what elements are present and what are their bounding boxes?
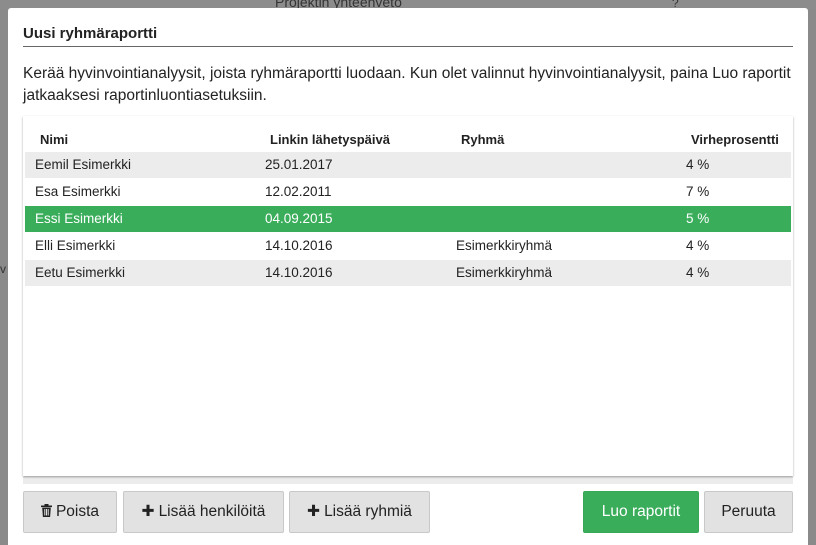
dialog-header: Uusi ryhmäraportti: [23, 25, 793, 47]
cell-date: 14.10.2016: [265, 265, 333, 280]
cell-name: Elli Esimerkki: [35, 238, 116, 253]
table-row[interactable]: Eetu Esimerkki 14.10.2016 Esimerkkiryhmä…: [25, 260, 791, 286]
cell-name: Essi Esimerkki: [35, 211, 123, 226]
create-reports-button-label: Luo raportit: [601, 503, 681, 520]
plus-icon: ✚: [141, 503, 155, 520]
dialog-title: Uusi ryhmäraportti: [23, 25, 158, 42]
analysis-table-panel: Nimi Linkin lähetyspäivä Ryhmä Virhepros…: [23, 116, 793, 484]
cell-error: 4 %: [686, 265, 710, 280]
cell-name: Esa Esimerkki: [35, 184, 121, 199]
backdrop-side-text: v: [0, 262, 6, 276]
cell-date: 25.01.2017: [265, 157, 333, 172]
trash-icon: [40, 492, 52, 532]
table-row[interactable]: Esa Esimerkki 12.02.2011 7 %: [25, 179, 791, 205]
cell-error: 5 %: [686, 211, 710, 226]
add-groups-button[interactable]: ✚ Lisää ryhmiä: [289, 491, 430, 533]
cell-error: 4 %: [686, 238, 710, 253]
delete-button-label: Poista: [55, 503, 100, 520]
cell-group: Esimerkkiryhmä: [456, 265, 553, 280]
delete-button[interactable]: Poista: [23, 491, 117, 533]
cancel-button[interactable]: Peruuta: [704, 491, 793, 533]
analysis-table: Nimi Linkin lähetyspäivä Ryhmä Virhepros…: [23, 116, 793, 476]
cell-error: 4 %: [686, 157, 710, 172]
cell-name: Eemil Esimerkki: [35, 157, 132, 172]
cell-name: Eetu Esimerkki: [35, 265, 126, 280]
create-reports-button[interactable]: Luo raportit: [583, 491, 699, 533]
column-header-date[interactable]: Linkin lähetyspäivä: [270, 132, 390, 147]
dialog-instructions: Kerää hyvinvointianalyysit, joista ryhmä…: [23, 65, 791, 104]
new-group-report-dialog: Uusi ryhmäraportti Kerää hyvinvointianal…: [8, 8, 808, 545]
cell-error: 7 %: [686, 184, 710, 199]
column-header-group[interactable]: Ryhmä: [461, 132, 504, 147]
column-header-name[interactable]: Nimi: [40, 132, 68, 147]
table-row-selected[interactable]: Essi Esimerkki 04.09.2015 5 %: [25, 206, 791, 232]
cancel-button-label: Peruuta: [721, 503, 776, 520]
cell-date: 14.10.2016: [265, 238, 333, 253]
add-persons-button-label: Lisää henkilöitä: [158, 503, 266, 520]
cell-date: 12.02.2011: [265, 184, 332, 199]
add-groups-button-label: Lisää ryhmiä: [324, 503, 412, 520]
add-persons-button[interactable]: ✚ Lisää henkilöitä: [123, 491, 284, 533]
cell-date: 04.09.2015: [265, 211, 333, 226]
cell-group: Esimerkkiryhmä: [456, 238, 553, 253]
plus-icon: ✚: [307, 503, 321, 520]
column-header-error[interactable]: Virheprosentti: [691, 132, 779, 147]
table-row[interactable]: Elli Esimerkki 14.10.2016 Esimerkkiryhmä…: [25, 233, 791, 259]
table-header: Nimi Linkin lähetyspäivä Ryhmä Virhepros…: [23, 129, 793, 149]
table-row[interactable]: Eemil Esimerkki 25.01.2017 4 %: [25, 152, 791, 178]
